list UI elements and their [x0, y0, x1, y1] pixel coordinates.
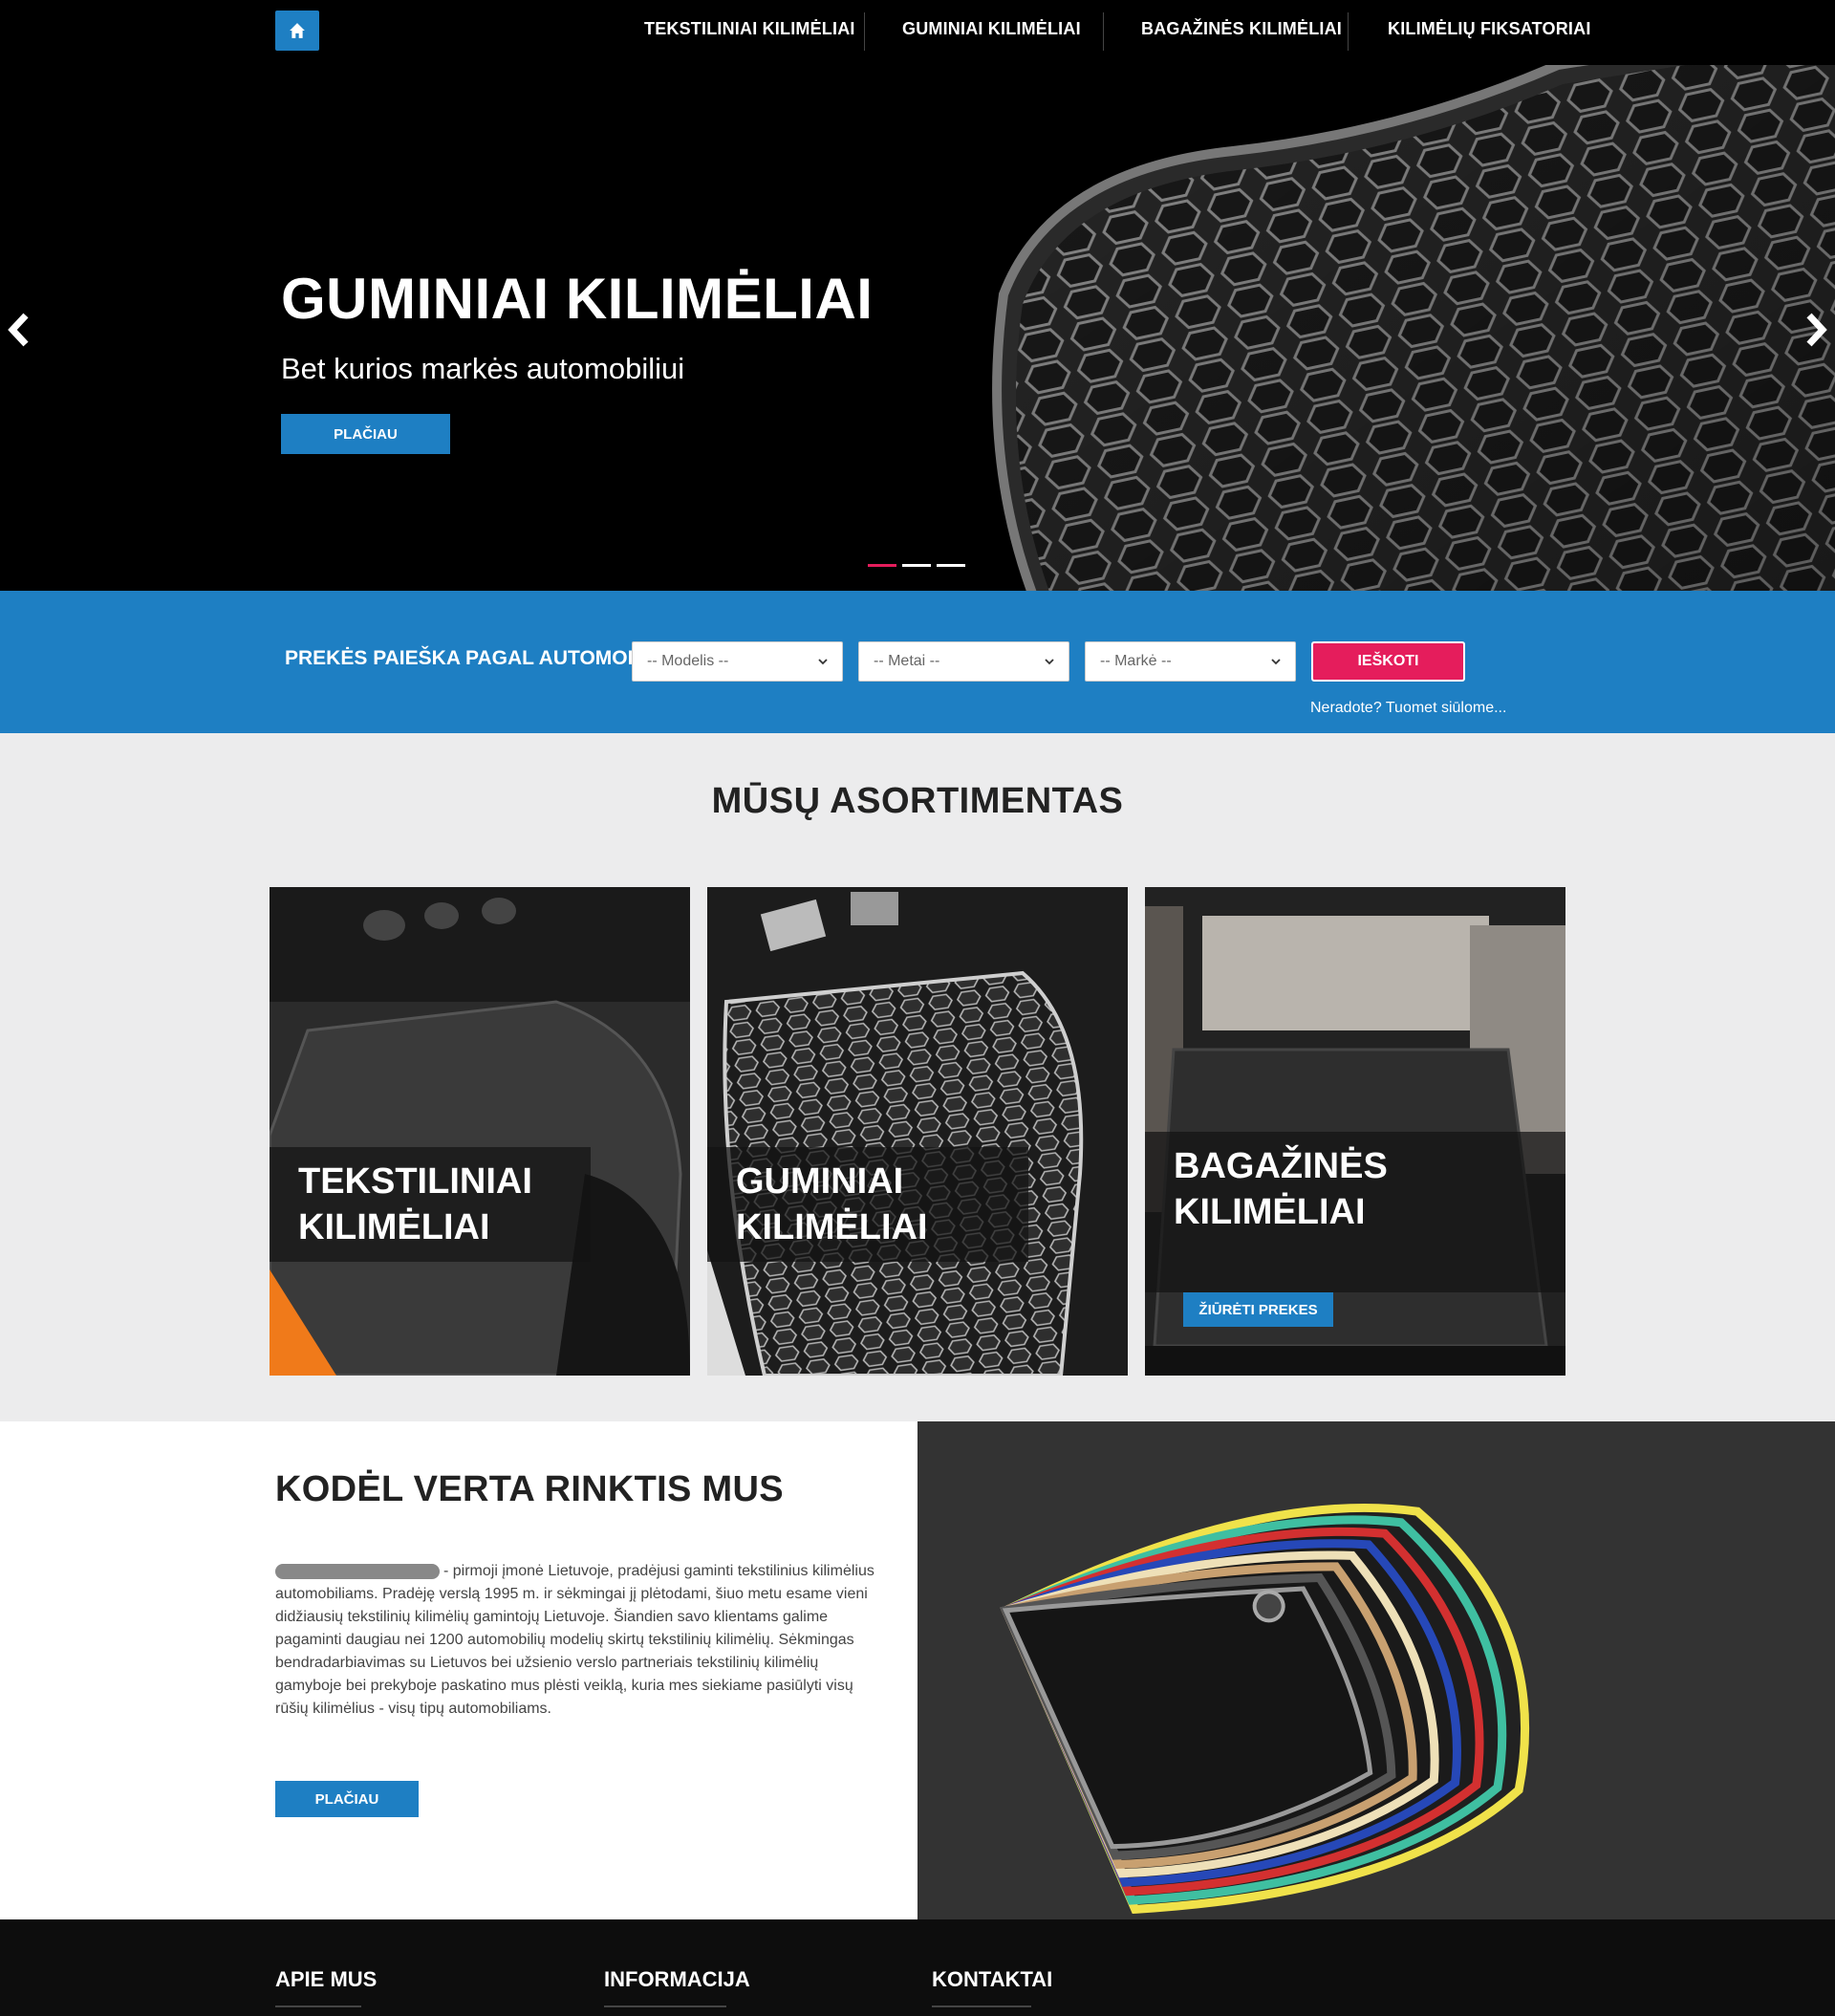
nav-item-fixators[interactable]: KILIMĖLIŲ FIKSATORIAI — [1388, 19, 1591, 39]
footer-heading-about: APIE MUS — [275, 1967, 378, 1991]
year-select-value: -- Metai -- — [874, 653, 940, 669]
category-card-textile[interactable]: TEKSTILINIAI KILIMĖLIAI — [270, 887, 690, 1376]
footer-heading-contacts: KONTAKTAI — [932, 1967, 1053, 1991]
home-button[interactable] — [275, 11, 319, 51]
category-card-line: GUMINIAI — [736, 1161, 904, 1202]
slider-dot[interactable] — [937, 564, 965, 567]
car-search-bar: PREKĖS PAIEŠKA PAGAL AUTOMOBILĮ: -- Mode… — [0, 591, 1835, 733]
make-select-value: -- Markė -- — [1100, 653, 1172, 669]
category-card-label: TEKSTILINIAI KILIMĖLIAI — [270, 1147, 591, 1262]
card-label-spacer — [1174, 1235, 1537, 1281]
view-products-button[interactable]: ŽIŪRĖTI PREKES — [1183, 1292, 1333, 1327]
category-card-trunk[interactable]: BAGAŽINĖS KILIMĖLIAI ŽIŪRĖTI PREKES — [1145, 887, 1565, 1376]
chevron-down-icon — [1045, 659, 1054, 665]
rubber-mat-card-image — [707, 887, 1128, 1376]
mat-edge-samples-image — [918, 1421, 1835, 1919]
footer: APIE MUS INFORMACIJA KONTAKTAI — [0, 1919, 1835, 2016]
category-card-line: KILIMĖLIAI — [298, 1207, 490, 1247]
footer-divider — [275, 2005, 361, 2007]
category-card-label: BAGAŽINĖS KILIMĖLIAI — [1145, 1132, 1565, 1292]
why-us-more-button[interactable]: PLAČIAU — [275, 1781, 419, 1817]
slider-next-button[interactable] — [1799, 306, 1833, 354]
search-button[interactable]: IEŠKOTI — [1311, 641, 1465, 682]
nav-divider — [1348, 12, 1349, 51]
category-card-line: BAGAŽINĖS KILIMĖLIAI — [1174, 1146, 1388, 1232]
year-select[interactable]: -- Metai -- — [858, 641, 1069, 682]
chevron-down-icon — [1271, 659, 1281, 665]
rubber-mat-image — [992, 65, 1835, 591]
footer-heading-info: INFORMACIJA — [604, 1967, 750, 1991]
nav-item-trunk[interactable]: BAGAŽINĖS KILIMĖLIAI — [1141, 19, 1342, 39]
category-card-rubber[interactable]: GUMINIAI KILIMĖLIAI — [707, 887, 1128, 1376]
hero-title: GUMINIAI KILIMĖLIAI — [281, 267, 874, 331]
why-us-text: - pirmoji įmonė Lietuvoje, pradėjusi gam… — [275, 1563, 874, 1717]
why-us-title: KODĖL VERTA RINKTIS MUS — [275, 1469, 784, 1509]
nav-item-rubber[interactable]: GUMINIAI KILIMĖLIAI — [902, 19, 1081, 39]
why-us-text-block: - pirmoji įmonė Lietuvoje, pradėjusi gam… — [275, 1560, 887, 1721]
model-select[interactable]: -- Modelis -- — [632, 641, 843, 682]
footer-divider — [604, 2005, 726, 2007]
nav-item-textile[interactable]: TEKSTILINIAI KILIMĖLIAI — [644, 19, 855, 39]
redacted-company-name — [275, 1563, 440, 1579]
home-icon — [290, 23, 305, 38]
why-us-section: KODĖL VERTA RINKTIS MUS - pirmoji įmonė … — [0, 1421, 918, 1919]
slider-dot[interactable] — [902, 564, 931, 567]
hero-subtitle: Bet kurios markės automobiliui — [281, 352, 685, 385]
footer-divider — [932, 2005, 1031, 2007]
assortment-title: MŪSŲ ASORTIMENTAS — [711, 781, 1124, 821]
slider-dot[interactable] — [868, 564, 896, 567]
not-found-link[interactable]: Neradote? Tuomet siūlome... — [1310, 700, 1506, 717]
category-card-label: GUMINIAI KILIMĖLIAI — [707, 1147, 1028, 1262]
category-card-line: KILIMĖLIAI — [736, 1207, 928, 1247]
color-samples-illustration — [918, 1421, 1835, 1919]
chevron-down-icon — [818, 659, 828, 665]
assortment-section: MŪSŲ ASORTIMENTAS TEKSTILINIAI KILIMĖLIA… — [0, 733, 1835, 1421]
chevron-right-icon — [1806, 313, 1827, 347]
search-label: PREKĖS PAIEŠKA PAGAL AUTOMOBILĮ: — [285, 647, 673, 669]
slider-indicators — [868, 564, 965, 567]
nav-divider — [864, 12, 865, 51]
top-navigation: TEKSTILINIAI KILIMĖLIAI GUMINIAI KILIMĖL… — [0, 0, 1835, 65]
model-select-value: -- Modelis -- — [647, 653, 729, 669]
slider-prev-button[interactable] — [2, 306, 36, 354]
chevron-left-icon — [8, 313, 29, 347]
hero-more-button[interactable]: PLAČIAU — [281, 414, 450, 454]
make-select[interactable]: -- Markė -- — [1085, 641, 1296, 682]
textile-mat-image — [270, 887, 690, 1376]
nav-divider — [1103, 12, 1104, 51]
hero-slider: GUMINIAI KILIMĖLIAI Bet kurios markės au… — [0, 65, 1835, 591]
category-card-line: TEKSTILINIAI — [298, 1161, 532, 1202]
